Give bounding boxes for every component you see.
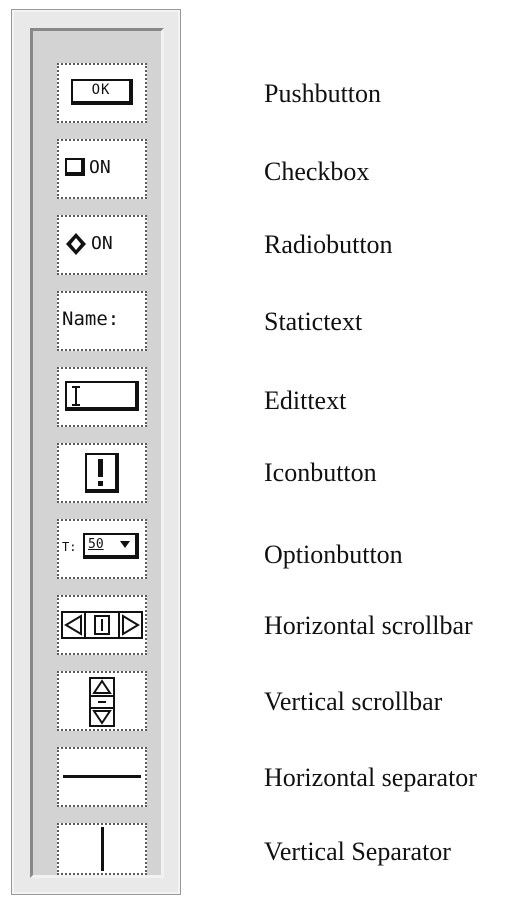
- radiobutton-icon-text: ON: [91, 233, 113, 254]
- text-cursor-icon: [72, 386, 80, 406]
- vertical-separator-icon: [101, 827, 104, 871]
- pushbutton-tool[interactable]: OK: [57, 63, 147, 123]
- iconbutton-tool[interactable]: [57, 443, 147, 503]
- horizontal-scrollbar-icon: [61, 611, 143, 639]
- label-radiobutton: Radiobutton: [264, 230, 393, 259]
- optionbutton-value: 50: [88, 537, 104, 552]
- optionbutton-tool[interactable]: T: 50: [57, 519, 147, 579]
- edittext-tool[interactable]: [57, 367, 147, 427]
- horizontal-separator-icon: [63, 775, 141, 778]
- statictext-icon-text: Name:: [62, 308, 120, 330]
- popup-arrow-icon: [120, 541, 130, 548]
- label-vscrollbar: Vertical scrollbar: [264, 687, 443, 716]
- vertical-scrollbar-icon: [89, 677, 115, 727]
- label-pushbutton: Pushbutton: [264, 79, 382, 108]
- checkbox-tool[interactable]: ON: [57, 139, 147, 199]
- label-checkbox: Checkbox: [264, 157, 370, 186]
- checkbox-icon-text: ON: [89, 157, 111, 178]
- label-optionbutton: Optionbutton: [264, 540, 403, 569]
- label-vseparator: Vertical Separator: [264, 837, 451, 866]
- label-hseparator: Horizontal separator: [264, 763, 477, 792]
- checkbox-icon: [65, 158, 85, 176]
- label-edittext: Edittext: [264, 386, 347, 415]
- label-hscrollbar: Horizontal scrollbar: [264, 611, 473, 640]
- pushbutton-icon-text: OK: [91, 82, 111, 98]
- alert-icon: [85, 453, 119, 493]
- statictext-tool[interactable]: Name:: [57, 291, 147, 351]
- radiobutton-tool[interactable]: ON: [57, 215, 147, 275]
- hscrollbar-tool[interactable]: [57, 595, 147, 655]
- tool-palette-well: OK ON ON Name: T: 50: [30, 28, 164, 878]
- vscrollbar-tool[interactable]: [57, 671, 147, 731]
- label-iconbutton: Iconbutton: [264, 458, 377, 487]
- radio-diamond-icon: [66, 233, 86, 255]
- tool-palette: OK ON ON Name: T: 50: [11, 9, 181, 895]
- vseparator-tool[interactable]: [57, 823, 147, 875]
- optionbutton-prefix: T:: [62, 540, 77, 554]
- hseparator-tool[interactable]: [57, 747, 147, 807]
- label-statictext: Statictext: [264, 307, 363, 336]
